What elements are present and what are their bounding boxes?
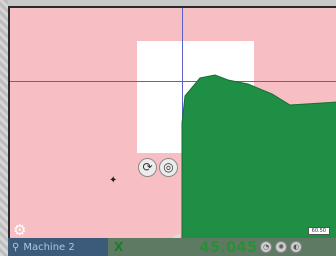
orbit-view-icon[interactable]: ◎ xyxy=(159,157,178,177)
part-toolpath xyxy=(181,74,336,238)
pointer-icon: ✦ xyxy=(109,175,118,186)
background-texture xyxy=(0,0,8,256)
dro-bar: ⚲ Machine 2 X 45.045 ◔ ✺ ◐ xyxy=(8,238,336,256)
view-tools: ⟳ ◎ xyxy=(138,155,178,179)
machine-selector[interactable]: ⚲ Machine 2 xyxy=(8,238,108,256)
rotate-view-icon[interactable]: ⟳ xyxy=(138,157,157,177)
zero-axis-icon[interactable]: ◔ xyxy=(260,241,273,253)
gear-icon[interactable]: ⚙ xyxy=(13,222,29,238)
probe-icon: ⚲ xyxy=(12,241,20,253)
axis-value: 45.045 xyxy=(199,238,258,256)
axis-label: X xyxy=(114,240,124,254)
home-axis-icon[interactable]: ✺ xyxy=(275,241,288,253)
spindle-icon[interactable]: ◐ xyxy=(290,241,303,253)
machine-name: Machine 2 xyxy=(23,241,75,253)
scale-badge: 60.50 xyxy=(307,227,330,235)
cnc-viewport[interactable]: ⟳ ◎ ✦ ⚙ 60.50 ◀ xyxy=(8,6,336,238)
